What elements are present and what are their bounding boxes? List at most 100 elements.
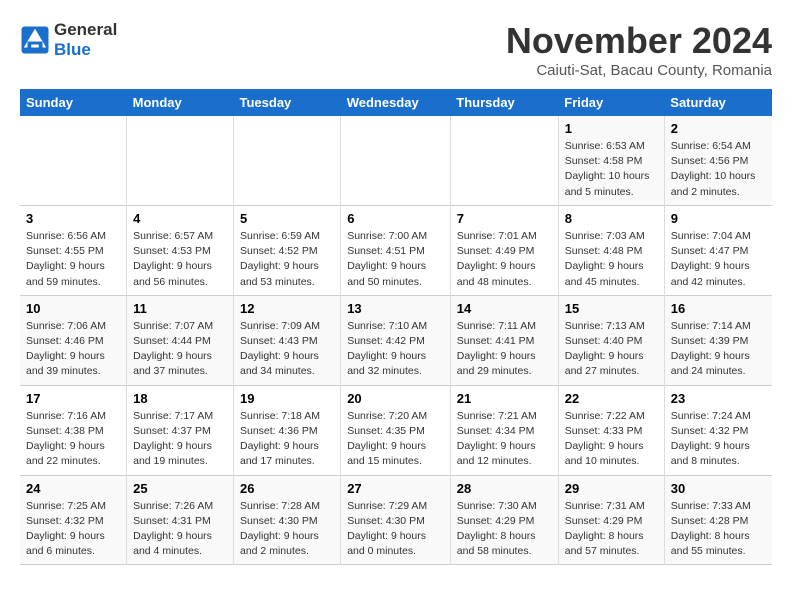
day-info: Sunrise: 6:56 AMSunset: 4:55 PMDaylight:… <box>26 229 120 290</box>
day-number: 26 <box>240 481 334 496</box>
day-info: Sunrise: 7:16 AMSunset: 4:38 PMDaylight:… <box>26 409 120 470</box>
day-info: Sunrise: 7:24 AMSunset: 4:32 PMDaylight:… <box>671 409 766 470</box>
day-info: Sunrise: 7:14 AMSunset: 4:39 PMDaylight:… <box>671 319 766 380</box>
day-info: Sunrise: 7:01 AMSunset: 4:49 PMDaylight:… <box>457 229 552 290</box>
calendar-cell: 18 Sunrise: 7:17 AMSunset: 4:37 PMDayligh… <box>127 385 234 475</box>
calendar-cell: 15 Sunrise: 7:13 AMSunset: 4:40 PMDayligh… <box>558 295 664 385</box>
calendar-cell: 9 Sunrise: 7:04 AMSunset: 4:47 PMDaylight… <box>664 205 772 295</box>
day-number: 14 <box>457 301 552 316</box>
logo-icon <box>20 25 50 55</box>
day-info: Sunrise: 7:07 AMSunset: 4:44 PMDaylight:… <box>133 319 227 380</box>
calendar-cell: 4 Sunrise: 6:57 AMSunset: 4:53 PMDaylight… <box>127 205 234 295</box>
column-header-friday: Friday <box>558 89 664 116</box>
day-number: 25 <box>133 481 227 496</box>
day-info: Sunrise: 7:28 AMSunset: 4:30 PMDaylight:… <box>240 499 334 560</box>
day-info: Sunrise: 7:21 AMSunset: 4:34 PMDaylight:… <box>457 409 552 470</box>
day-info: Sunrise: 7:31 AMSunset: 4:29 PMDaylight:… <box>565 499 658 560</box>
day-number: 3 <box>26 211 120 226</box>
day-number: 23 <box>671 391 766 406</box>
day-info: Sunrise: 7:20 AMSunset: 4:35 PMDaylight:… <box>347 409 444 470</box>
day-number: 19 <box>240 391 334 406</box>
calendar-header-row: SundayMondayTuesdayWednesdayThursdayFrid… <box>20 89 772 116</box>
day-number: 10 <box>26 301 120 316</box>
day-number: 18 <box>133 391 227 406</box>
calendar-cell: 3 Sunrise: 6:56 AMSunset: 4:55 PMDaylight… <box>20 205 127 295</box>
day-info: Sunrise: 7:00 AMSunset: 4:51 PMDaylight:… <box>347 229 444 290</box>
day-number: 27 <box>347 481 444 496</box>
column-header-sunday: Sunday <box>20 89 127 116</box>
day-info: Sunrise: 7:30 AMSunset: 4:29 PMDaylight:… <box>457 499 552 560</box>
logo-blue: Blue <box>54 40 91 59</box>
day-number: 9 <box>671 211 766 226</box>
calendar-cell: 13 Sunrise: 7:10 AMSunset: 4:42 PMDayligh… <box>341 295 451 385</box>
day-info: Sunrise: 7:25 AMSunset: 4:32 PMDaylight:… <box>26 499 120 560</box>
calendar-cell: 24 Sunrise: 7:25 AMSunset: 4:32 PMDayligh… <box>20 475 127 565</box>
day-info: Sunrise: 7:29 AMSunset: 4:30 PMDaylight:… <box>347 499 444 560</box>
day-number: 17 <box>26 391 120 406</box>
calendar-cell: 30Sunrise: 7:33 AMSunset: 4:28 PMDayligh… <box>664 475 772 565</box>
calendar-week-2: 3 Sunrise: 6:56 AMSunset: 4:55 PMDaylight… <box>20 205 772 295</box>
day-number: 8 <box>565 211 658 226</box>
day-number: 4 <box>133 211 227 226</box>
day-number: 6 <box>347 211 444 226</box>
day-number: 16 <box>671 301 766 316</box>
day-info: Sunrise: 7:04 AMSunset: 4:47 PMDaylight:… <box>671 229 766 290</box>
logo: General Blue <box>20 20 117 60</box>
calendar-cell: 8Sunrise: 7:03 AMSunset: 4:48 PMDaylight… <box>558 205 664 295</box>
calendar-cell: 17 Sunrise: 7:16 AMSunset: 4:38 PMDayligh… <box>20 385 127 475</box>
calendar-cell: 19 Sunrise: 7:18 AMSunset: 4:36 PMDayligh… <box>234 385 341 475</box>
day-number: 12 <box>240 301 334 316</box>
day-number: 15 <box>565 301 658 316</box>
day-number: 30 <box>671 481 766 496</box>
day-info: Sunrise: 7:18 AMSunset: 4:36 PMDaylight:… <box>240 409 334 470</box>
location-subtitle: Caiuti-Sat, Bacau County, Romania <box>506 62 772 79</box>
calendar-cell <box>341 116 451 205</box>
day-info: Sunrise: 6:59 AMSunset: 4:52 PMDaylight:… <box>240 229 334 290</box>
day-number: 13 <box>347 301 444 316</box>
day-number: 11 <box>133 301 227 316</box>
calendar-cell: 25Sunrise: 7:26 AMSunset: 4:31 PMDayligh… <box>127 475 234 565</box>
day-info: Sunrise: 7:13 AMSunset: 4:40 PMDaylight:… <box>565 319 658 380</box>
calendar-cell <box>20 116 127 205</box>
day-info: Sunrise: 7:10 AMSunset: 4:42 PMDaylight:… <box>347 319 444 380</box>
day-number: 20 <box>347 391 444 406</box>
column-header-thursday: Thursday <box>450 89 558 116</box>
calendar-week-5: 24 Sunrise: 7:25 AMSunset: 4:32 PMDayligh… <box>20 475 772 565</box>
calendar-cell: 20 Sunrise: 7:20 AMSunset: 4:35 PMDayligh… <box>341 385 451 475</box>
header: General Blue November 2024 Caiuti-Sat, B… <box>20 20 772 79</box>
day-number: 22 <box>565 391 658 406</box>
logo-general: General <box>54 20 117 39</box>
column-header-wednesday: Wednesday <box>341 89 451 116</box>
logo-text-group: General Blue <box>54 20 117 60</box>
day-info: Sunrise: 7:06 AMSunset: 4:46 PMDaylight:… <box>26 319 120 380</box>
day-info: Sunrise: 6:53 AMSunset: 4:58 PMDaylight:… <box>565 139 658 200</box>
calendar-cell: 26 Sunrise: 7:28 AMSunset: 4:30 PMDayligh… <box>234 475 341 565</box>
calendar-cell: 6 Sunrise: 7:00 AMSunset: 4:51 PMDaylight… <box>341 205 451 295</box>
day-info: Sunrise: 6:54 AMSunset: 4:56 PMDaylight:… <box>671 139 766 200</box>
calendar-cell: 23 Sunrise: 7:24 AMSunset: 4:32 PMDayligh… <box>664 385 772 475</box>
calendar-table: SundayMondayTuesdayWednesdayThursdayFrid… <box>20 89 772 565</box>
day-number: 29 <box>565 481 658 496</box>
calendar-week-1: 1 Sunrise: 6:53 AMSunset: 4:58 PMDaylight… <box>20 116 772 205</box>
day-info: Sunrise: 7:22 AMSunset: 4:33 PMDaylight:… <box>565 409 658 470</box>
column-header-saturday: Saturday <box>664 89 772 116</box>
calendar-cell: 22 Sunrise: 7:22 AMSunset: 4:33 PMDayligh… <box>558 385 664 475</box>
calendar-week-4: 17 Sunrise: 7:16 AMSunset: 4:38 PMDayligh… <box>20 385 772 475</box>
calendar-week-3: 10 Sunrise: 7:06 AMSunset: 4:46 PMDayligh… <box>20 295 772 385</box>
calendar-cell: 2Sunrise: 6:54 AMSunset: 4:56 PMDaylight… <box>664 116 772 205</box>
calendar-cell: 14Sunrise: 7:11 AMSunset: 4:41 PMDayligh… <box>450 295 558 385</box>
calendar-cell: 7Sunrise: 7:01 AMSunset: 4:49 PMDaylight… <box>450 205 558 295</box>
calendar-cell <box>127 116 234 205</box>
day-number: 1 <box>565 121 658 136</box>
day-number: 21 <box>457 391 552 406</box>
calendar-cell: 12Sunrise: 7:09 AMSunset: 4:43 PMDayligh… <box>234 295 341 385</box>
calendar-cell: 5 Sunrise: 6:59 AMSunset: 4:52 PMDaylight… <box>234 205 341 295</box>
day-number: 24 <box>26 481 120 496</box>
calendar-cell: 28Sunrise: 7:30 AMSunset: 4:29 PMDayligh… <box>450 475 558 565</box>
day-info: Sunrise: 7:17 AMSunset: 4:37 PMDaylight:… <box>133 409 227 470</box>
day-number: 5 <box>240 211 334 226</box>
day-info: Sunrise: 6:57 AMSunset: 4:53 PMDaylight:… <box>133 229 227 290</box>
column-header-monday: Monday <box>127 89 234 116</box>
column-header-tuesday: Tuesday <box>234 89 341 116</box>
calendar-body: 1 Sunrise: 6:53 AMSunset: 4:58 PMDaylight… <box>20 116 772 565</box>
